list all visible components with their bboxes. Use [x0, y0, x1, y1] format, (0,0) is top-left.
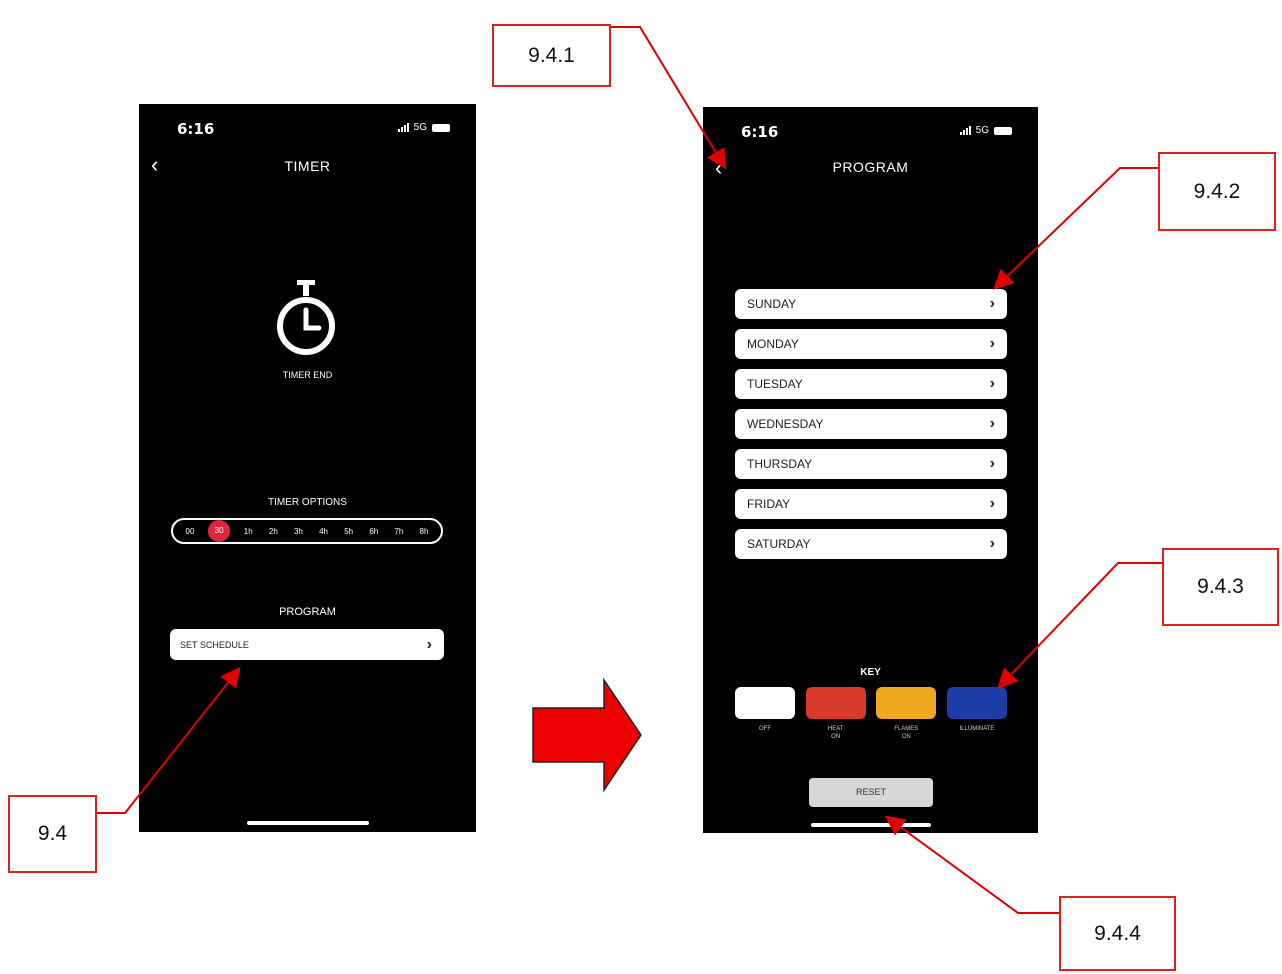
- leader-line-9-4-4: [884, 815, 1059, 914]
- leader-line-9-4-1: [611, 26, 727, 170]
- leader-line-9-4-3: [997, 562, 1162, 689]
- right-arrow-icon: [532, 677, 642, 793]
- annotation-overlay: [97, 26, 1162, 914]
- leader-line-9-4-2: [993, 167, 1158, 290]
- leader-line-9-4: [97, 666, 241, 814]
